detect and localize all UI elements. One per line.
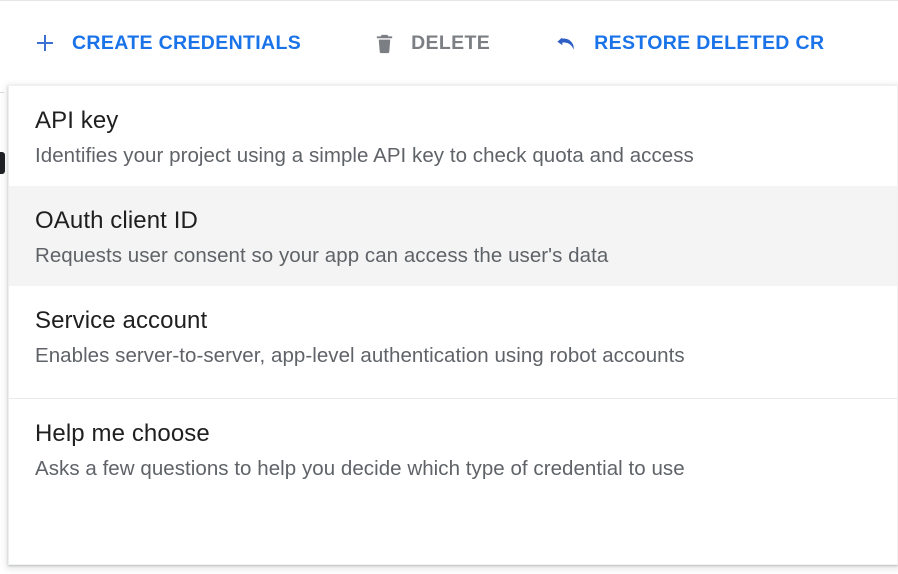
background-rule <box>0 92 4 93</box>
delete-button[interactable]: DELETE <box>369 23 490 63</box>
create-credentials-menu: API key Identifies your project using a … <box>8 85 898 565</box>
menu-item-title: Service account <box>35 307 208 334</box>
menu-item-description: Asks a few questions to help you decide … <box>35 457 685 480</box>
undo-arrow-icon <box>552 28 582 58</box>
create-credentials-label: CREATE CREDENTIALS <box>72 31 302 54</box>
credentials-toolbar: CREATE CREDENTIALS DELETE RESTORE DELETE… <box>0 1 898 85</box>
background-content-sliver <box>0 152 5 174</box>
menu-item-title: OAuth client ID <box>35 207 198 234</box>
create-credentials-button[interactable]: CREATE CREDENTIALS <box>30 23 301 63</box>
menu-item-api-key[interactable]: API key Identifies your project using a … <box>9 86 897 186</box>
menu-item-oauth-client-id[interactable]: OAuth client ID Requests user consent so… <box>9 186 897 286</box>
menu-item-description: Enables server-to-server, app-level auth… <box>35 344 685 367</box>
menu-spacer <box>9 386 897 398</box>
menu-item-help-me-choose[interactable]: Help me choose Asks a few questions to h… <box>9 399 897 499</box>
restore-deleted-credentials-button[interactable]: RESTORE DELETED CR <box>552 23 824 63</box>
delete-label: DELETE <box>411 31 491 54</box>
menu-item-title: Help me choose <box>35 420 210 447</box>
trash-icon <box>369 28 399 58</box>
menu-item-title: API key <box>35 107 119 134</box>
restore-deleted-credentials-label: RESTORE DELETED CR <box>594 31 825 54</box>
menu-item-description: Identifies your project using a simple A… <box>35 144 694 167</box>
menu-item-description: Requests user consent so your app can ac… <box>35 244 609 267</box>
menu-item-service-account[interactable]: Service account Enables server-to-server… <box>9 286 897 386</box>
plus-icon <box>30 28 60 58</box>
